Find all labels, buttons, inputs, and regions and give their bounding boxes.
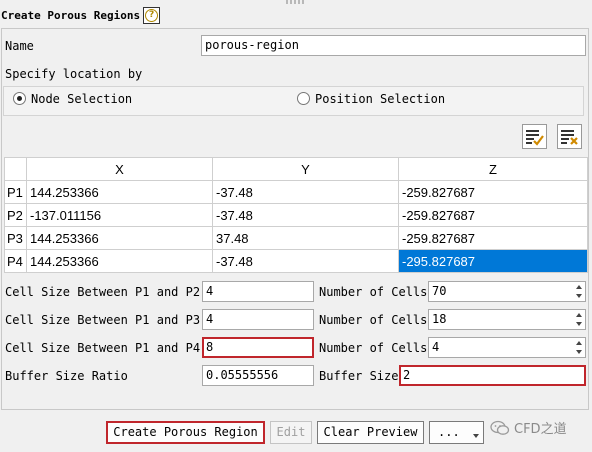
stepper-arrows[interactable] [573,310,585,329]
clear-preview-button[interactable]: Clear Preview [317,421,424,444]
table-row: P3 144.253366 37.48 -259.827687 [4,226,588,250]
column-header-z[interactable]: Z [398,157,588,181]
list-clear-icon[interactable] [557,124,582,149]
cell-x[interactable]: 144.253366 [26,180,213,204]
cell-size-p1-p2-label: Cell Size Between P1 and P2 [5,285,201,299]
more-options-label: ... [438,425,460,439]
chevron-down-icon [473,434,479,438]
number-of-cells-value: 4 [432,340,440,354]
number-of-cells-p1-p2-stepper[interactable]: 70 [428,281,586,302]
number-of-cells-label: Number of Cells [319,285,428,299]
create-porous-region-button[interactable]: Create Porous Region [106,421,265,444]
cell-y[interactable]: -37.48 [212,249,399,273]
name-input[interactable]: porous-region [201,35,586,56]
stepper-arrows[interactable] [573,282,585,301]
dialog-title: Create Porous Regions [1,8,141,22]
watermark-text: CFD之道 [514,422,567,437]
cell-x[interactable]: -137.011156 [26,203,213,227]
cell-size-p1-p2-input[interactable]: 4 [202,281,314,302]
position-selection-radio[interactable] [297,92,310,105]
number-of-cells-p1-p3-stepper[interactable]: 18 [428,309,586,330]
row-header: P1 [4,180,27,204]
number-of-cells-p1-p4-stepper[interactable]: 4 [428,337,586,358]
table-row: P2 -137.011156 -37.48 -259.827687 [4,203,588,227]
buffer-size-ratio-label: Buffer Size Ratio [5,369,128,383]
dialog-header: Create Porous Regions ? [0,4,161,26]
node-selection-radio[interactable] [13,92,26,105]
cell-x[interactable]: 144.253366 [26,249,213,273]
edit-button[interactable]: Edit [270,421,312,444]
buffer-size-input[interactable]: 2 [399,365,586,386]
cell-x[interactable]: 144.253366 [26,226,213,250]
cell-size-p1-p4-input[interactable]: 8 [202,337,314,358]
cell-z[interactable]: -259.827687 [398,226,588,250]
stepper-arrows[interactable] [573,338,585,357]
row-header: P2 [4,203,27,227]
name-label: Name [5,39,34,53]
cell-size-p1-p3-input[interactable]: 4 [202,309,314,330]
cell-z[interactable]: -259.827687 [398,180,588,204]
location-label: Specify location by [5,67,143,81]
number-of-cells-value: 18 [432,312,447,326]
more-options-dropdown[interactable]: ... [429,421,484,444]
column-header-y[interactable]: Y [212,157,399,181]
points-table: X Y Z P1 144.253366 -37.48 -259.827687 P… [4,157,588,273]
number-of-cells-value: 70 [432,284,447,298]
cell-y[interactable]: 37.48 [212,226,399,250]
row-header: P4 [4,249,27,273]
cell-y[interactable]: -37.48 [212,203,399,227]
buffer-size-ratio-input[interactable]: 0.05555556 [202,365,314,386]
watermark: CFD之道 [490,418,567,437]
table-row: P4 144.253366 -37.48 -295.827687 [4,249,588,273]
cell-size-p1-p3-label: Cell Size Between P1 and P3 [5,313,201,327]
cell-z-selected[interactable]: -295.827687 [398,249,588,273]
wechat-icon [490,420,510,435]
number-of-cells-label: Number of Cells [319,313,428,327]
number-of-cells-label: Number of Cells [319,341,428,355]
cell-size-p1-p4-label: Cell Size Between P1 and P4 [5,341,201,355]
resize-grip[interactable] [286,0,306,4]
list-check-icon[interactable] [522,124,547,149]
cell-y[interactable]: -37.48 [212,180,399,204]
question-circle-icon[interactable]: ? [143,6,161,24]
node-selection-label[interactable]: Node Selection [31,92,132,106]
position-selection-label[interactable]: Position Selection [315,92,445,106]
column-header-x[interactable]: X [26,157,213,181]
column-header-corner [4,157,27,181]
cell-z[interactable]: -259.827687 [398,203,588,227]
row-header: P3 [4,226,27,250]
buffer-size-label: Buffer Size [319,369,399,383]
table-row: P1 144.253366 -37.48 -259.827687 [4,180,588,204]
